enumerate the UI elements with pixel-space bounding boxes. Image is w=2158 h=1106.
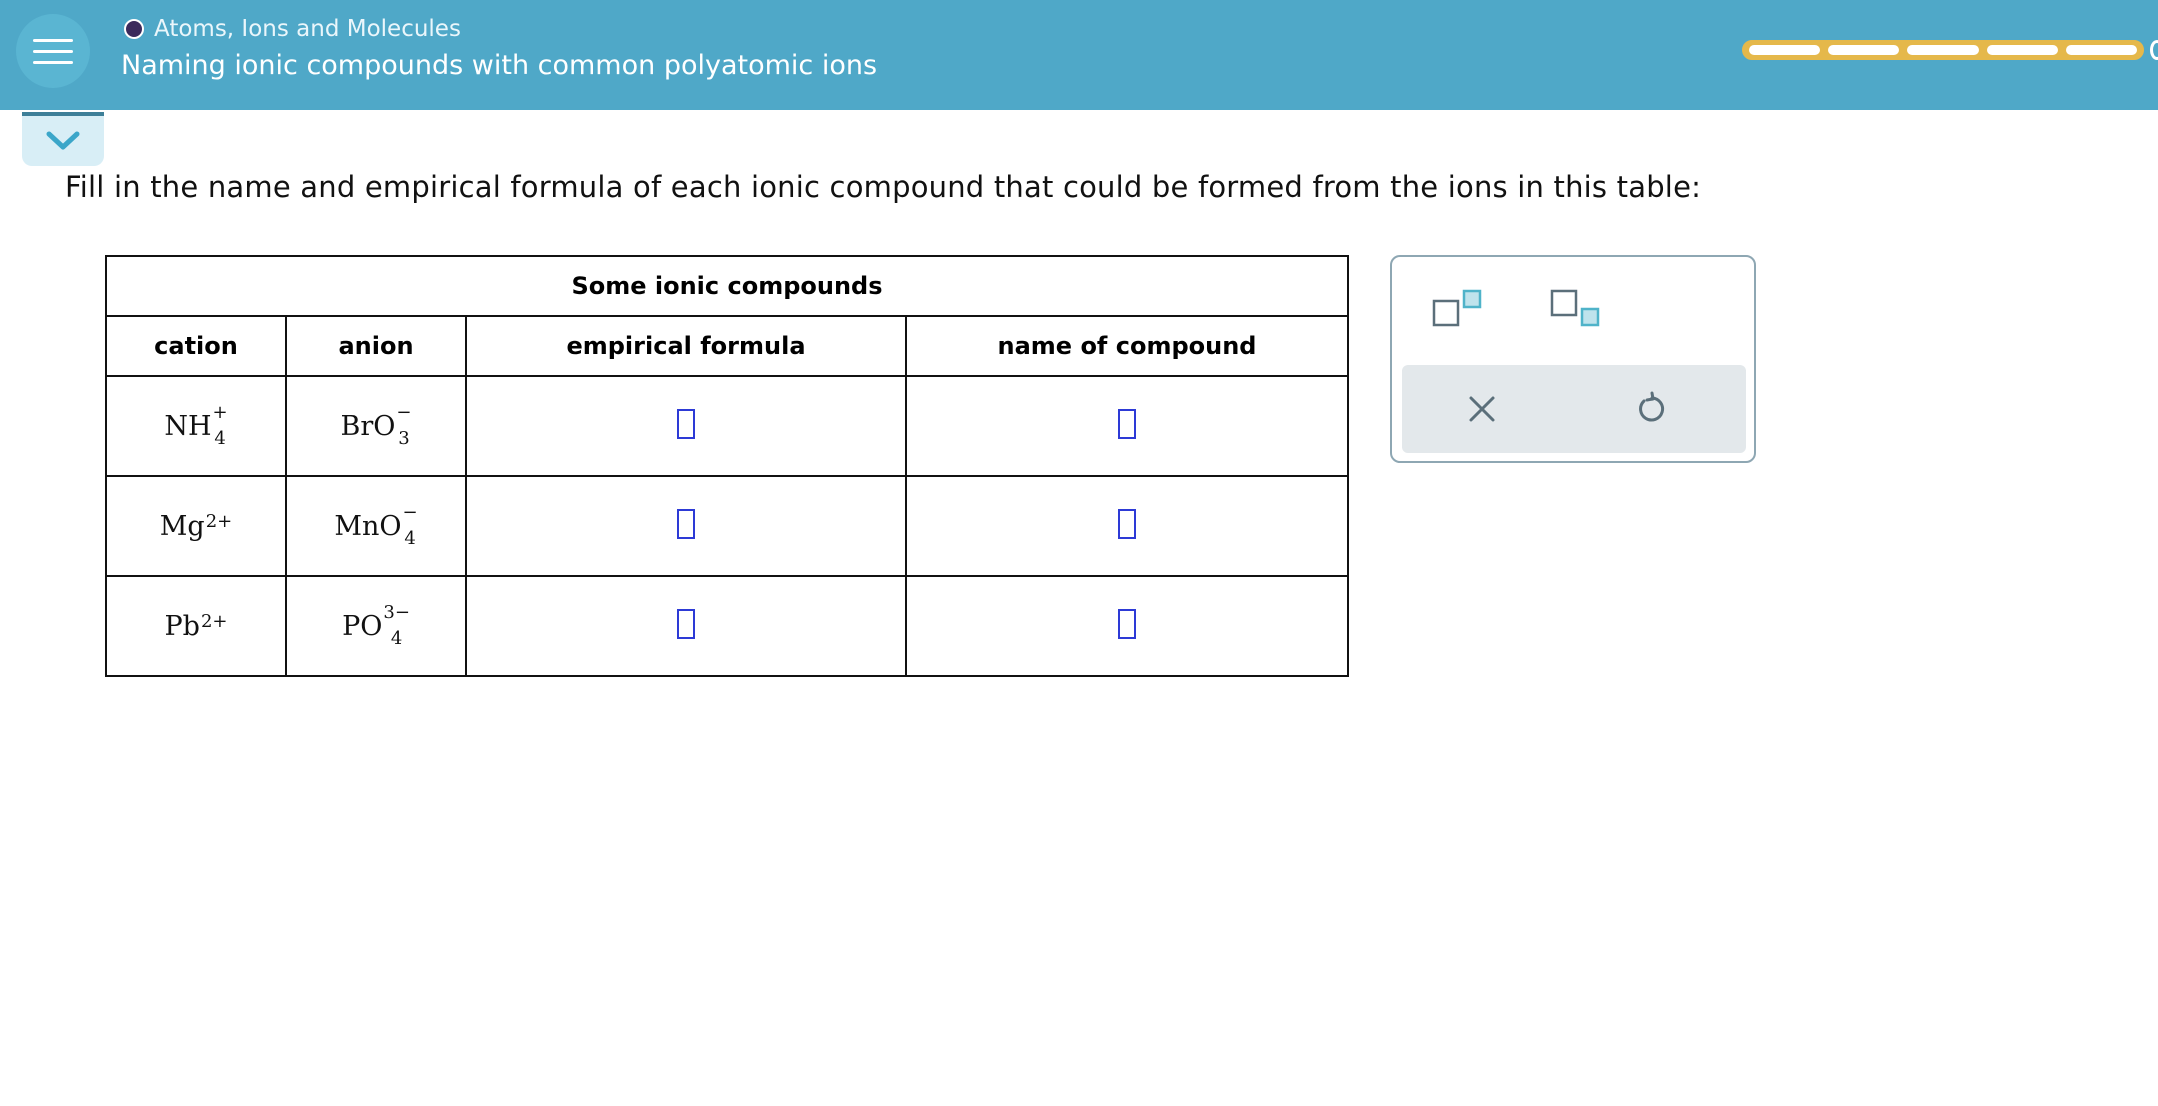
progress-segment <box>2065 45 2138 55</box>
cation-ion: NH + 4 <box>164 404 228 448</box>
anion-cell: BrO − 3 <box>285 375 467 477</box>
ion-scripts: 2+ <box>206 513 233 535</box>
formula-cell <box>465 575 907 677</box>
progress-segment <box>1749 45 1821 55</box>
undo-button[interactable] <box>1632 389 1672 429</box>
subscript-button[interactable] <box>1550 289 1606 329</box>
ion-subscript: 4 <box>390 628 403 649</box>
name-answer-input[interactable] <box>1118 509 1136 539</box>
ion-charge: 3− <box>383 602 410 623</box>
formula-answer-input[interactable] <box>677 609 695 639</box>
cation-cell: Pb 2+ <box>105 575 287 677</box>
page: Atoms, Ions and Molecules Naming ionic c… <box>0 0 2158 1106</box>
question-instruction: Fill in the name and empirical formula o… <box>65 170 1702 204</box>
table-row: NH + 4 BrO − 3 <box>105 375 1349 477</box>
ion-scripts: − 3 <box>396 404 411 448</box>
formula-answer-input[interactable] <box>677 409 695 439</box>
table-row: Mg 2+ MnO − 4 <box>105 475 1349 577</box>
anion-cell: PO 3− 4 <box>285 575 467 677</box>
chevron-down-icon <box>46 131 80 150</box>
progress-bar <box>1742 40 2144 60</box>
progress-segment <box>1828 45 1900 55</box>
superscript-icon <box>1432 289 1482 327</box>
column-header-formula: empirical formula <box>465 315 907 377</box>
ion-base: NH <box>164 410 212 442</box>
name-cell <box>905 575 1349 677</box>
ion-base: MnO <box>334 510 402 542</box>
breadcrumb: Atoms, Ions and Molecules <box>124 16 461 42</box>
table-caption: Some ionic compounds <box>105 255 1349 317</box>
ion-base: Mg <box>159 510 205 542</box>
ion-base: PO <box>342 610 383 642</box>
ion-subscript: 4 <box>214 428 226 449</box>
ion-charge: − <box>402 502 418 523</box>
name-answer-input[interactable] <box>1118 609 1136 639</box>
superscript-button[interactable] <box>1432 289 1488 329</box>
name-cell <box>905 375 1349 477</box>
ion-subscript: 4 <box>404 528 416 549</box>
progress-segment <box>1986 45 2058 55</box>
column-header-name: name of compound <box>905 315 1349 377</box>
column-header-anion: anion <box>285 315 467 377</box>
ion-charge: 2+ <box>200 611 228 632</box>
formula-cell <box>465 375 907 477</box>
ion-charge: 2+ <box>205 511 233 532</box>
tool-actions-bar <box>1402 365 1746 453</box>
name-cell <box>905 475 1349 577</box>
answer-tools-panel <box>1390 255 1756 463</box>
cation-cell: NH + 4 <box>105 375 287 477</box>
progress-end-icon <box>2150 40 2158 60</box>
name-answer-input[interactable] <box>1118 409 1136 439</box>
ion-scripts: 3− 4 <box>383 604 410 648</box>
collapse-button[interactable] <box>22 112 104 166</box>
anion-ion: BrO − 3 <box>340 404 412 448</box>
menu-icon-line <box>33 49 73 53</box>
menu-button[interactable] <box>16 14 90 88</box>
ion-subscript: 3 <box>398 428 410 449</box>
ion-charge: − <box>396 402 412 423</box>
subscript-icon <box>1550 289 1600 327</box>
menu-icon-line <box>33 38 73 42</box>
breadcrumb-topic: Atoms, Ions and Molecules <box>154 16 461 42</box>
anion-cell: MnO − 4 <box>285 475 467 577</box>
ion-scripts: − 4 <box>403 504 418 548</box>
cation-ion: Mg 2+ <box>160 511 232 542</box>
clear-button[interactable] <box>1462 389 1502 429</box>
cation-ion: Pb 2+ <box>165 611 228 642</box>
anion-ion: PO 3− 4 <box>342 604 410 648</box>
progress-segment <box>1907 45 1979 55</box>
ion-scripts: + 4 <box>213 404 228 448</box>
anion-ion: MnO − 4 <box>334 504 418 548</box>
undo-icon <box>1639 391 1665 422</box>
clear-icon <box>1469 396 1495 422</box>
topic-dot-icon <box>124 19 144 39</box>
ion-base: BrO <box>340 410 396 442</box>
top-bar: Atoms, Ions and Molecules Naming ionic c… <box>0 0 2158 110</box>
formula-cell <box>465 475 907 577</box>
ion-scripts: 2+ <box>201 613 228 635</box>
cation-cell: Mg 2+ <box>105 475 287 577</box>
table-row: Pb 2+ PO 3− 4 <box>105 575 1349 677</box>
ionic-compounds-table: Some ionic compounds cation anion empiri… <box>105 255 1349 677</box>
menu-icon-line <box>33 60 73 64</box>
page-title: Naming ionic compounds with common polya… <box>121 50 878 81</box>
ion-charge: + <box>212 402 228 423</box>
ion-base: Pb <box>164 610 200 642</box>
column-header-cation: cation <box>105 315 287 377</box>
formula-answer-input[interactable] <box>677 509 695 539</box>
